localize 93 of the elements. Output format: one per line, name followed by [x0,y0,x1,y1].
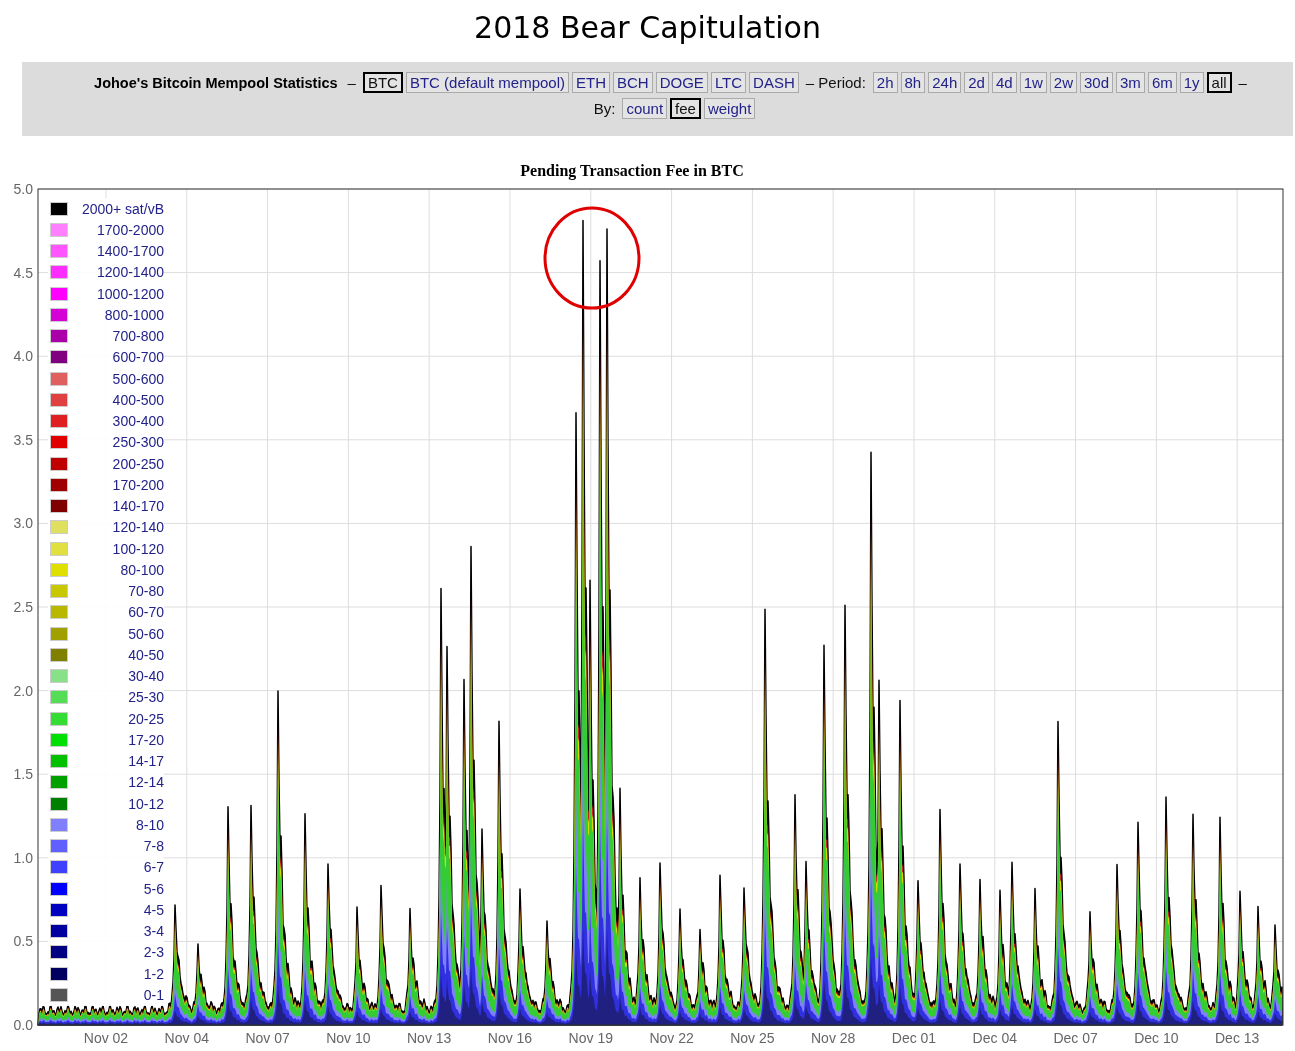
x-axis-label: Nov 28 [811,1030,856,1046]
legend-link[interactable]: 0-1 [143,986,164,1003]
x-axis-label: Dec 01 [891,1030,937,1046]
x-axis-label: Nov 07 [245,1030,290,1046]
period-label: – Period: [805,74,866,91]
coin-link[interactable]: BTC [362,72,403,93]
y-axis-label: 4.0 [13,348,33,365]
x-axis-label: Dec 07 [1053,1030,1098,1046]
period-link[interactable]: all [1206,72,1232,93]
legend-link[interactable]: 120-140 [112,519,164,536]
x-axis-label: Nov 16 [487,1030,533,1046]
x-axis-label: Nov 19 [568,1030,613,1046]
coin-link[interactable]: LTC [710,72,747,93]
legend-link[interactable]: 400-500 [112,391,164,408]
y-axis-label: 1.5 [13,766,33,783]
y-axis-label: 2.0 [13,682,33,699]
legend-link[interactable]: 50-60 [128,625,164,642]
y-axis-label: 1.0 [13,849,33,866]
coin-link[interactable]: DASH [749,72,799,93]
legend-link[interactable]: 17-20 [128,731,164,748]
legend-link[interactable]: 40-50 [128,646,164,663]
mode-link[interactable]: weight [703,98,756,119]
legend-link[interactable]: 8-10 [135,816,164,833]
y-axis-label: 0.0 [13,1017,33,1033]
period-link[interactable]: 2w [1049,72,1077,93]
legend-link[interactable]: 7-8 [143,838,164,855]
legend-link[interactable]: 1700-2000 [97,221,164,238]
by-label: By: [593,100,616,117]
y-axis-label: 2.5 [13,599,33,615]
legend-link[interactable]: 1-2 [143,965,164,982]
y-axis-label: 3.0 [13,515,33,532]
y-axis-label: 3.5 [13,431,33,448]
legend-link[interactable]: 140-170 [112,498,164,515]
y-axis-label: 4.5 [13,264,33,281]
legend-link[interactable]: 10-12 [128,795,164,812]
separator-text: – [1238,74,1247,91]
legend-link[interactable]: 60-70 [128,604,164,621]
period-link[interactable]: 2h [872,72,898,93]
legend-link[interactable]: 800-1000 [104,306,164,323]
period-link[interactable]: 2d [964,72,989,93]
period-link[interactable]: 8h [900,72,926,93]
legend-link[interactable]: 600-700 [112,349,164,366]
x-axis-label: Nov 10 [326,1030,371,1046]
legend-link[interactable]: 200-250 [112,455,164,472]
coin-link[interactable]: BTC (default mempool) [405,72,569,93]
period-link[interactable]: 1y [1179,72,1204,93]
legend-link[interactable]: 6-7 [143,859,164,876]
period-link[interactable]: 6m [1147,72,1177,93]
legend-link[interactable]: 20-25 [128,710,164,727]
legend-link[interactable]: 14-17 [128,753,164,770]
legend-link[interactable]: 70-80 [128,583,164,600]
period-link[interactable]: 1w [1019,72,1047,93]
coin-link[interactable]: DOGE [655,72,708,93]
site-title: Johoe's Bitcoin Mempool Statistics [94,74,338,91]
legend-link[interactable]: 700-800 [112,328,164,345]
legend-link[interactable]: 170-200 [112,476,164,493]
y-axis-label: 5.0 [13,181,33,197]
x-axis-label: Dec 13 [1215,1030,1260,1046]
legend-link[interactable]: 4-5 [143,901,164,918]
legend-link[interactable]: 2-3 [143,944,164,961]
legend-link[interactable]: 12-14 [128,774,164,791]
legend-link[interactable]: 100-120 [112,540,164,557]
legend-link[interactable]: 3-4 [143,923,164,940]
period-link[interactable]: 4d [991,72,1017,93]
period-link[interactable]: 24h [928,72,962,93]
legend-link[interactable]: 25-30 [128,689,164,706]
legend-link[interactable]: 5-6 [143,880,164,897]
coin-link[interactable]: BCH [613,72,653,93]
x-axis-label: Nov 02 [83,1030,129,1046]
y-axis-label: 0.5 [13,933,33,950]
period-link[interactable]: 30d [1080,72,1114,93]
mode-link[interactable]: fee [670,98,701,119]
period-link[interactable]: 3m [1116,72,1145,93]
x-axis-label: Dec 04 [972,1030,1017,1046]
legend-link[interactable]: 80-100 [120,561,164,578]
page-title: 2018 Bear Capitulation [473,9,822,47]
x-axis-label: Nov 04 [164,1030,209,1046]
legend-link[interactable]: 2000+ sat/vB [81,200,164,217]
legend-link[interactable]: 30-40 [128,668,164,685]
coin-link[interactable]: ETH [572,72,610,93]
mode-link[interactable]: count [622,98,668,119]
separator-text: – [347,74,356,91]
legend-link[interactable]: 1400-1700 [97,243,164,260]
legend-link[interactable]: 1000-1200 [97,285,164,302]
legend-link[interactable]: 250-300 [112,434,164,451]
x-axis-label: Nov 13 [407,1030,452,1046]
legend-link[interactable]: 500-600 [112,370,164,387]
x-axis-label: Dec 10 [1134,1030,1179,1046]
legend-link[interactable]: 1200-1400 [97,264,164,281]
chart-title: Pending Transaction Fee in BTC [520,162,744,179]
legend-link[interactable]: 300-400 [112,413,164,430]
x-axis-label: Nov 25 [730,1030,775,1046]
x-axis-label: Nov 22 [649,1030,694,1046]
